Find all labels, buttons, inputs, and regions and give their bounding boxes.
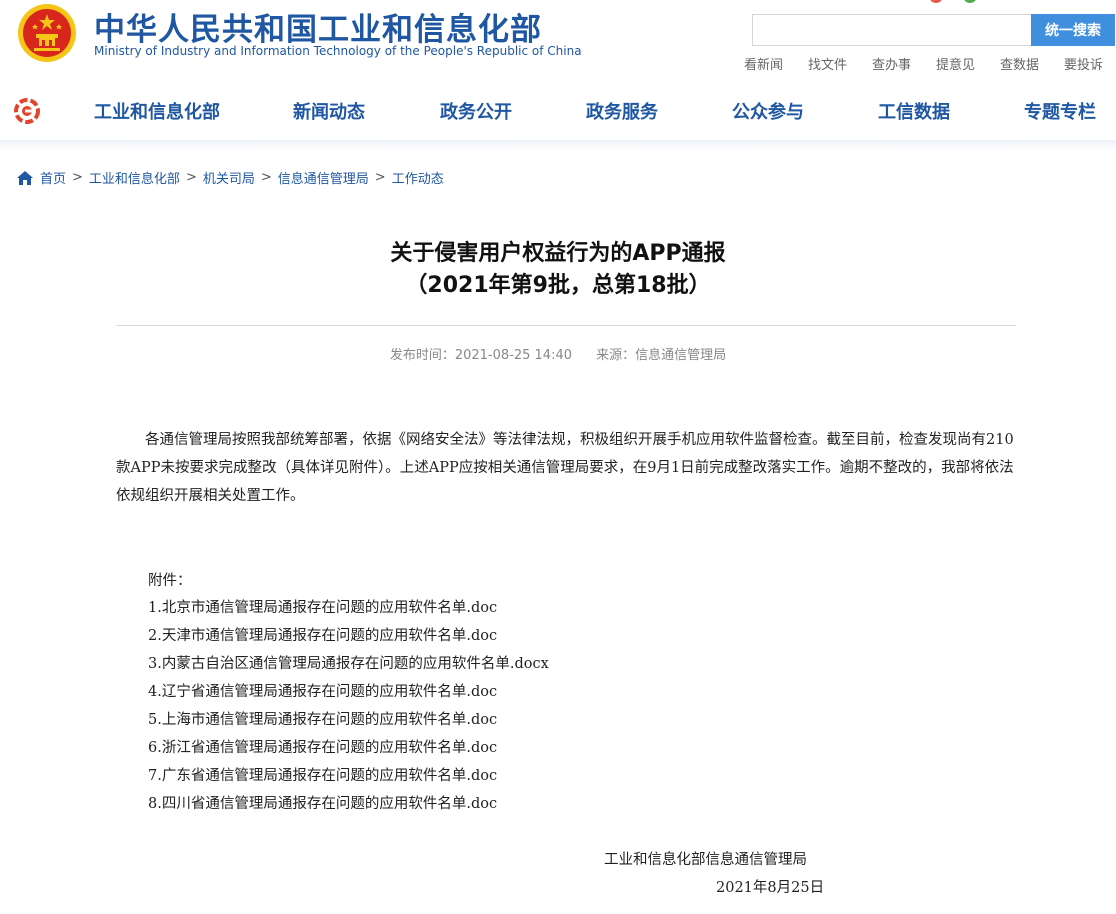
publish-time: 发布时间：2021-08-25 14:40 bbox=[389, 348, 572, 363]
signature-date: 2021年8月25日 bbox=[716, 880, 825, 896]
attachment-list: 1.北京市通信管理局通报存在问题的应用软件名单.doc 2.天津市通信管理局通报… bbox=[148, 594, 549, 818]
site-header: 中华人民共和国工业和信息化部 Ministry of Industry and … bbox=[0, 0, 1116, 80]
signature-org: 工业和信息化部信息通信管理局 bbox=[604, 852, 807, 868]
unified-search-button[interactable]: 统一搜索 bbox=[1031, 14, 1115, 46]
breadcrumb-home[interactable]: 首页 bbox=[40, 168, 66, 187]
nav-item-news[interactable]: 新闻动态 bbox=[293, 98, 365, 124]
breadcrumb-work-news[interactable]: 工作动态 bbox=[392, 168, 444, 187]
attachment-link[interactable]: 3.内蒙古自治区通信管理局通报存在问题的应用软件名单.docx bbox=[148, 650, 549, 678]
breadcrumb-separator: > bbox=[72, 170, 83, 185]
breadcrumb-separator: > bbox=[260, 170, 272, 185]
breadcrumb-separator: > bbox=[185, 170, 197, 185]
quick-link-complaint[interactable]: 要投诉 bbox=[1064, 54, 1116, 73]
attachment-link[interactable]: 6.浙江省通信管理局通报存在问题的应用软件名单.doc bbox=[148, 734, 549, 762]
main-nav: 工业和信息化部 新闻动态 政务公开 政务服务 公众参与 工信数据 专题专栏 bbox=[0, 84, 1116, 136]
breadcrumb-departments[interactable]: 机关司局 bbox=[203, 168, 255, 187]
home-icon[interactable] bbox=[16, 170, 34, 186]
nav-item-public[interactable]: 公众参与 bbox=[732, 98, 804, 124]
breadcrumb: 首页 > 工业和信息化部 > 机关司局 > 信息通信管理局 > 工作动态 bbox=[16, 168, 444, 187]
nav-item-topics[interactable]: 专题专栏 bbox=[1024, 98, 1096, 124]
article-title: 关于侵害用户权益行为的APP通报 （2021年第9批，总第18批） bbox=[0, 238, 1116, 302]
attachment-link[interactable]: 2.天津市通信管理局通报存在问题的应用软件名单.doc bbox=[148, 622, 549, 650]
quick-link-services[interactable]: 查办事 bbox=[872, 54, 936, 73]
attachment-link[interactable]: 1.北京市通信管理局通报存在问题的应用软件名单.doc bbox=[148, 594, 549, 622]
search-input[interactable] bbox=[752, 14, 1032, 46]
attachment-link[interactable]: 4.辽宁省通信管理局通报存在问题的应用软件名单.doc bbox=[148, 678, 549, 706]
site-subtitle: Ministry of Industry and Information Tec… bbox=[94, 44, 582, 58]
nav-item-gov-services[interactable]: 政务服务 bbox=[586, 98, 658, 124]
article-title-line1: 关于侵害用户权益行为的APP通报 bbox=[390, 241, 726, 266]
national-emblem-icon[interactable] bbox=[16, 2, 78, 64]
article-title-line2: （2021年第9批，总第18批） bbox=[405, 273, 711, 298]
article-source: 来源：信息通信管理局 bbox=[596, 348, 727, 363]
breadcrumb-separator: > bbox=[374, 170, 386, 185]
attachment-link[interactable]: 8.四川省通信管理局通报存在问题的应用软件名单.doc bbox=[148, 790, 549, 818]
attachments-label: 附件： bbox=[148, 573, 192, 589]
breadcrumb-miit[interactable]: 工业和信息化部 bbox=[89, 168, 180, 187]
nav-divider bbox=[0, 140, 1116, 150]
title-divider bbox=[116, 325, 1016, 326]
attachment-link[interactable]: 7.广东省通信管理局通报存在问题的应用软件名单.doc bbox=[148, 762, 549, 790]
quick-link-feedback[interactable]: 提意见 bbox=[936, 54, 1000, 73]
miit-logo-icon[interactable] bbox=[12, 96, 42, 126]
quick-link-files[interactable]: 找文件 bbox=[808, 54, 872, 73]
nav-item-data[interactable]: 工信数据 bbox=[878, 98, 950, 124]
quick-links: 看新闻 找文件 查办事 提意见 查数据 要投诉 bbox=[744, 54, 1116, 73]
decorative-dots bbox=[930, 0, 976, 3]
breadcrumb-bureau[interactable]: 信息通信管理局 bbox=[278, 168, 369, 187]
quick-link-news[interactable]: 看新闻 bbox=[744, 54, 808, 73]
attachment-link[interactable]: 5.上海市通信管理局通报存在问题的应用软件名单.doc bbox=[148, 706, 549, 734]
article-meta: 发布时间：2021-08-25 14:40 来源：信息通信管理局 bbox=[0, 344, 1116, 363]
quick-link-data[interactable]: 查数据 bbox=[1000, 54, 1064, 73]
article-body: 各通信管理局按照我部统筹部署，依据《网络安全法》等法律法规，积极组织开展手机应用… bbox=[116, 432, 1014, 504]
site-title[interactable]: 中华人民共和国工业和信息化部 bbox=[94, 4, 542, 49]
nav-item-gov-affairs[interactable]: 政务公开 bbox=[440, 98, 512, 124]
nav-item-miit[interactable]: 工业和信息化部 bbox=[94, 98, 220, 124]
